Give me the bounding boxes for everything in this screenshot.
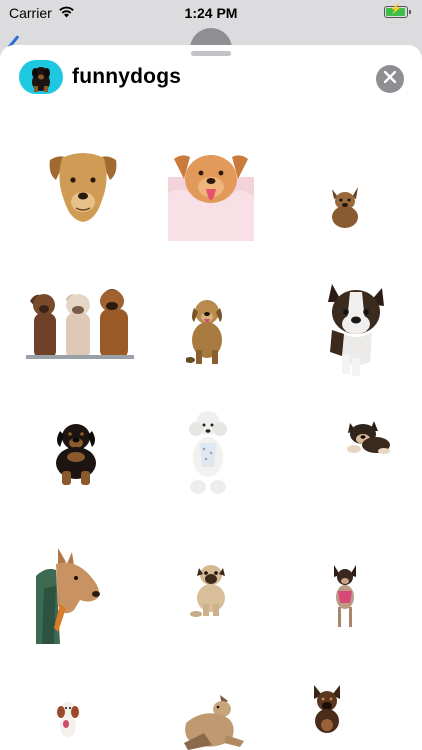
status-bar: Carrier 1:24 PM ⚡ bbox=[0, 0, 422, 26]
sticker-chihuahua-standing[interactable] bbox=[330, 565, 360, 629]
sticker-pitbull-with-owner[interactable] bbox=[36, 548, 102, 644]
sticker-white-poodle[interactable] bbox=[186, 409, 230, 495]
sticker-small-brown-dog[interactable] bbox=[328, 185, 362, 229]
sticker-small-spaniel[interactable] bbox=[56, 700, 80, 740]
sticker-sitting-tan-dog[interactable] bbox=[186, 298, 228, 366]
sticker-french-bulldog[interactable] bbox=[322, 282, 388, 376]
sticker-three-dogs[interactable] bbox=[26, 285, 134, 359]
battery-icon: ⚡ bbox=[384, 4, 411, 18]
sticker-rottweiler-puppy[interactable] bbox=[50, 421, 102, 487]
sticker-sheet: funnydogs bbox=[0, 45, 422, 750]
app-title: funnydogs bbox=[72, 65, 182, 88]
sheet-grabber[interactable] bbox=[191, 51, 231, 56]
rottweiler-puppy-icon bbox=[19, 60, 63, 94]
close-icon bbox=[383, 70, 397, 88]
clock: 1:24 PM bbox=[184, 5, 238, 21]
sticker-pug-sitting[interactable] bbox=[190, 562, 232, 618]
close-button[interactable] bbox=[376, 65, 404, 93]
sticker-yellow-lab-head[interactable] bbox=[44, 150, 122, 222]
sticker-tan-dog-leaping[interactable] bbox=[182, 695, 244, 750]
sticker-golden-retriever-feathers[interactable] bbox=[168, 153, 254, 241]
sticker-lying-puppy[interactable] bbox=[344, 417, 390, 455]
sticker-german-shepherd-puppy[interactable] bbox=[310, 685, 344, 735]
